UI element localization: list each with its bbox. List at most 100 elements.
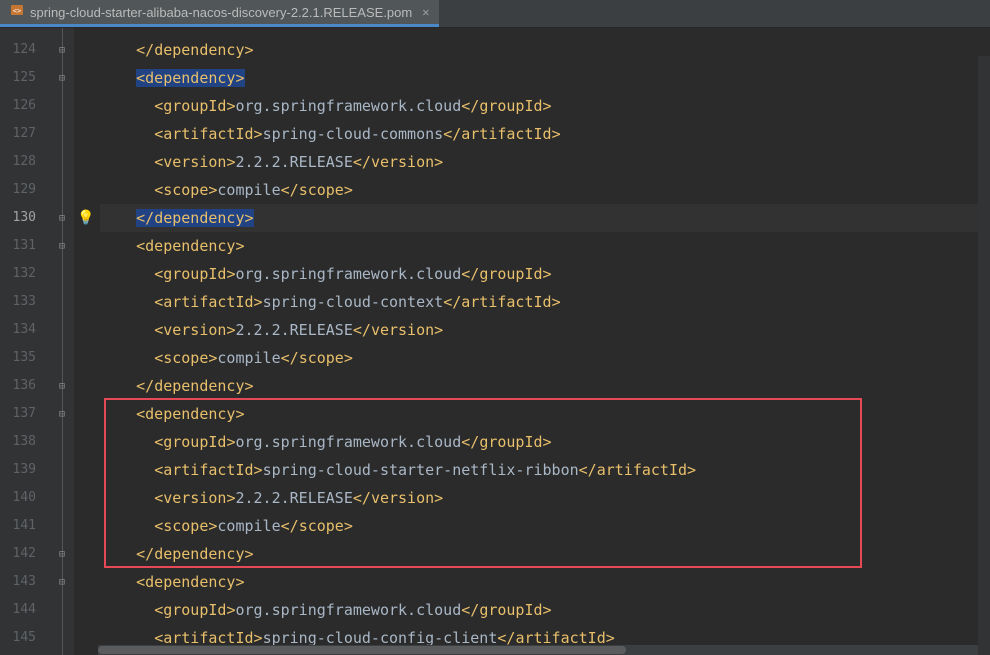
code-line[interactable]: <scope>compile</scope>: [100, 176, 990, 204]
line-number[interactable]: 127: [0, 120, 36, 148]
hint-cell: [74, 428, 98, 456]
tab-bar: <> spring-cloud-starter-alibaba-nacos-di…: [0, 0, 990, 28]
code-line[interactable]: <groupId>org.springframework.cloud</grou…: [100, 428, 990, 456]
horizontal-scrollbar[interactable]: [98, 645, 978, 655]
code-line[interactable]: </dependency>: [100, 540, 990, 568]
hint-cell: [74, 400, 98, 428]
fold-column[interactable]: ⊟ ⊟ ⊟ ⊟ ⊟ ⊟ ⊟ ⊟: [50, 28, 74, 655]
line-number[interactable]: 139: [0, 456, 36, 484]
fold-cell[interactable]: ⊟: [50, 568, 74, 596]
hint-cell: [74, 512, 98, 540]
line-number[interactable]: 124: [0, 36, 36, 64]
line-number[interactable]: 138: [0, 428, 36, 456]
code-line[interactable]: <dependency>: [100, 400, 990, 428]
hint-cell: [74, 624, 98, 652]
line-number[interactable]: 130: [0, 204, 36, 232]
fold-cell[interactable]: ⊟: [50, 232, 74, 260]
fold-cell[interactable]: [50, 260, 74, 288]
hint-cell: [74, 372, 98, 400]
fold-cell[interactable]: ⊟: [50, 400, 74, 428]
line-number-gutter[interactable]: 1241251261271281291301311321331341351361…: [0, 28, 50, 655]
code-line[interactable]: <version>2.2.2.RELEASE</version>: [100, 316, 990, 344]
line-number[interactable]: 135: [0, 344, 36, 372]
fold-close-icon[interactable]: ⊟: [59, 213, 65, 224]
fold-cell[interactable]: [50, 316, 74, 344]
close-tab-icon[interactable]: ✕: [418, 5, 429, 19]
fold-cell[interactable]: ⊟: [50, 36, 74, 64]
hint-cell: [74, 596, 98, 624]
line-number[interactable]: 140: [0, 484, 36, 512]
fold-cell[interactable]: ⊟: [50, 372, 74, 400]
hint-cell: [74, 344, 98, 372]
line-number[interactable]: 137: [0, 400, 36, 428]
code-line[interactable]: </dependency>: [100, 372, 990, 400]
fold-cell[interactable]: [50, 288, 74, 316]
line-number[interactable]: 126: [0, 92, 36, 120]
fold-cell[interactable]: [50, 176, 74, 204]
code-line[interactable]: <groupId>org.springframework.cloud</grou…: [100, 92, 990, 120]
fold-close-icon[interactable]: ⊟: [59, 381, 65, 392]
code-line[interactable]: <groupId>org.springframework.cloud</grou…: [100, 596, 990, 624]
code-line[interactable]: <groupId>org.springframework.cloud</grou…: [100, 260, 990, 288]
fold-cell[interactable]: [50, 92, 74, 120]
code-line[interactable]: <artifactId>spring-cloud-context</artifa…: [100, 288, 990, 316]
fold-cell[interactable]: ⊟: [50, 64, 74, 92]
line-number[interactable]: 144: [0, 596, 36, 624]
hint-cell: [74, 232, 98, 260]
fold-cell[interactable]: [50, 624, 74, 652]
lightbulb-icon[interactable]: 💡: [77, 210, 94, 226]
line-number[interactable]: 131: [0, 232, 36, 260]
hint-cell: [74, 176, 98, 204]
code-content[interactable]: </dependency> <dependency> <groupId>org.…: [98, 28, 990, 655]
fold-open-icon[interactable]: ⊟: [59, 409, 65, 420]
code-line[interactable]: <version>2.2.2.RELEASE</version>: [100, 484, 990, 512]
fold-cell[interactable]: ⊟: [50, 204, 74, 232]
fold-cell[interactable]: [50, 428, 74, 456]
fold-close-icon[interactable]: ⊟: [59, 45, 65, 56]
line-number[interactable]: 134: [0, 316, 36, 344]
code-line[interactable]: <dependency>: [100, 568, 990, 596]
fold-cell[interactable]: [50, 344, 74, 372]
fold-cell[interactable]: [50, 596, 74, 624]
line-number[interactable]: 145: [0, 624, 36, 652]
line-number[interactable]: 142: [0, 540, 36, 568]
line-number[interactable]: 129: [0, 176, 36, 204]
fold-cell[interactable]: [50, 456, 74, 484]
hint-cell: [74, 456, 98, 484]
svg-text:<>: <>: [13, 7, 21, 15]
hint-cell: [74, 540, 98, 568]
file-tab[interactable]: <> spring-cloud-starter-alibaba-nacos-di…: [0, 0, 439, 27]
line-number[interactable]: 133: [0, 288, 36, 316]
code-line[interactable]: <artifactId>spring-cloud-commons</artifa…: [100, 120, 990, 148]
hint-cell: [74, 92, 98, 120]
fold-open-icon[interactable]: ⊟: [59, 73, 65, 84]
fold-cell[interactable]: [50, 148, 74, 176]
code-line[interactable]: <artifactId>spring-cloud-starter-netflix…: [100, 456, 990, 484]
line-number[interactable]: 128: [0, 148, 36, 176]
fold-cell[interactable]: ⊟: [50, 540, 74, 568]
scrollbar-thumb[interactable]: [98, 646, 626, 654]
code-line[interactable]: <version>2.2.2.RELEASE</version>: [100, 148, 990, 176]
line-number[interactable]: 141: [0, 512, 36, 540]
hint-cell: [74, 568, 98, 596]
hint-cell: [74, 36, 98, 64]
code-line[interactable]: <dependency>: [100, 64, 990, 92]
fold-cell[interactable]: [50, 484, 74, 512]
code-line[interactable]: <scope>compile</scope>: [100, 344, 990, 372]
fold-open-icon[interactable]: ⊟: [59, 241, 65, 252]
code-line[interactable]: </dependency>: [100, 204, 990, 232]
fold-close-icon[interactable]: ⊟: [59, 549, 65, 560]
hint-cell: [74, 288, 98, 316]
code-line[interactable]: </dependency>: [100, 36, 990, 64]
line-number[interactable]: 143: [0, 568, 36, 596]
hint-cell: [74, 484, 98, 512]
hint-column: 💡: [74, 28, 98, 655]
line-number[interactable]: 136: [0, 372, 36, 400]
fold-open-icon[interactable]: ⊟: [59, 577, 65, 588]
fold-cell[interactable]: [50, 120, 74, 148]
code-line[interactable]: <dependency>: [100, 232, 990, 260]
line-number[interactable]: 125: [0, 64, 36, 92]
fold-cell[interactable]: [50, 512, 74, 540]
code-line[interactable]: <scope>compile</scope>: [100, 512, 990, 540]
line-number[interactable]: 132: [0, 260, 36, 288]
